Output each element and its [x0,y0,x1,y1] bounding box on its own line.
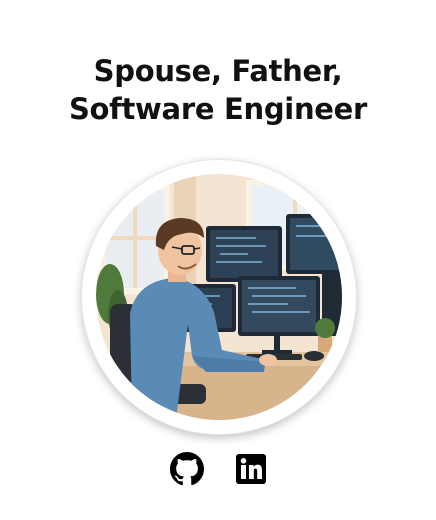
social-links [0,452,436,486]
developer-illustration [96,174,342,420]
github-icon [170,452,204,486]
github-link[interactable] [170,452,204,486]
linkedin-icon [236,454,266,484]
title-line-2: Software Engineer [68,92,368,126]
linkedin-link[interactable] [234,452,268,486]
page-title: Spouse, Father, Software Engineer [0,52,436,128]
avatar [96,174,342,420]
profile-page: Spouse, Father, Software Engineer [0,0,436,520]
title-line-1: Spouse, Father, [93,54,343,88]
avatar-frame [82,160,356,434]
